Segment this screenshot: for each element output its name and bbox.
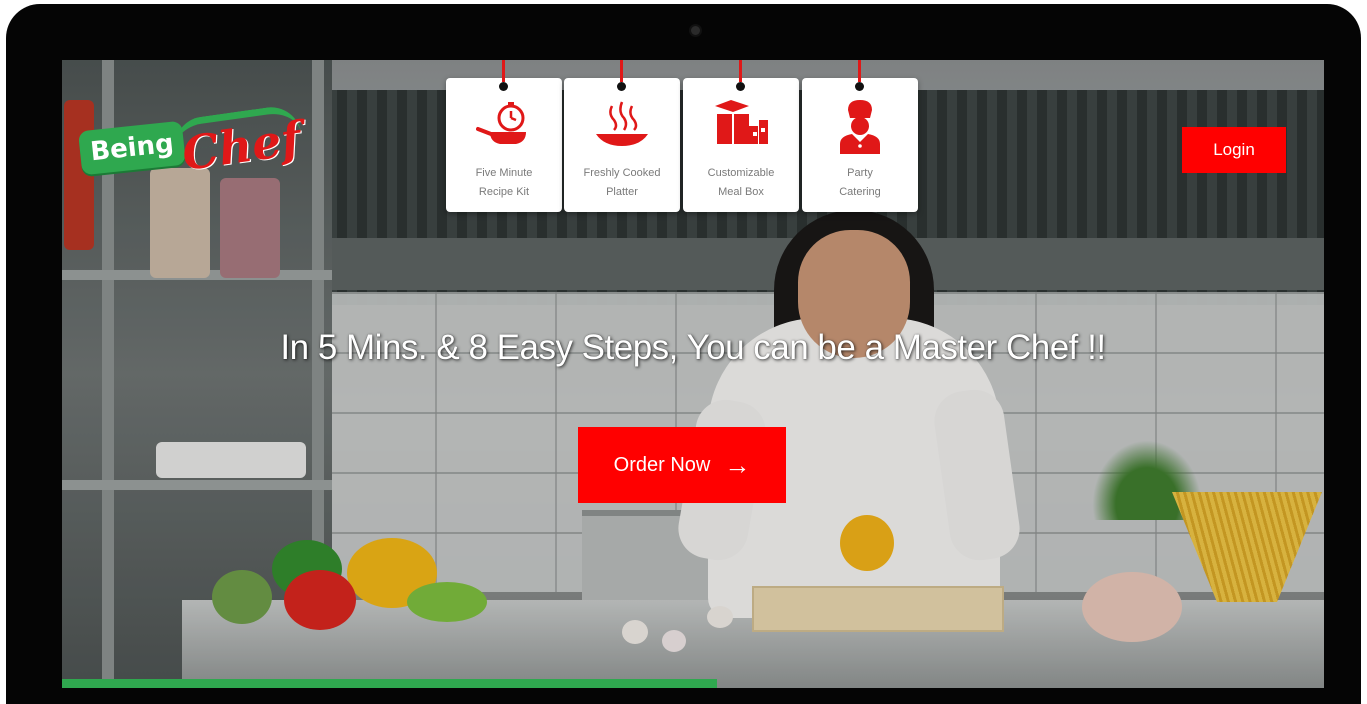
card-string: [858, 60, 861, 82]
meal-box-icon: [715, 100, 768, 144]
being-chef-logo[interactable]: Being Chef: [77, 103, 304, 182]
service-card-recipe-kit[interactable]: Five Minute Recipe Kit: [446, 60, 562, 212]
frying-pan-timer-icon: [476, 102, 526, 144]
order-now-button[interactable]: Order Now →: [578, 427, 786, 503]
service-card: Five Minute Recipe Kit: [446, 78, 562, 212]
service-card-cooked-platter[interactable]: Freshly Cooked Platter: [564, 60, 680, 212]
service-card-label: Customizable Meal Box: [689, 164, 793, 202]
service-card: Freshly Cooked Platter: [564, 78, 680, 212]
service-label-line2: Platter: [606, 186, 638, 198]
chef-icon: [840, 100, 880, 154]
service-card-label: Party Catering: [808, 164, 912, 202]
section-divider-bar: [62, 679, 717, 688]
service-card-party-catering[interactable]: Party Catering: [802, 60, 918, 212]
steaming-platter-icon: [596, 101, 648, 146]
order-now-label: Order Now: [613, 453, 711, 476]
service-card-label: Five Minute Recipe Kit: [452, 164, 556, 202]
service-card: Customizable Meal Box: [683, 78, 799, 212]
card-pin: [499, 82, 508, 91]
service-label-line2: Meal Box: [718, 186, 764, 198]
service-label-line1: Five Minute: [475, 167, 533, 179]
hero-headline: In 5 Mins. & 8 Easy Steps, You can be a …: [280, 328, 1106, 367]
website-screen: Being Chef Five Minute Recipe Kit Freshl…: [62, 60, 1324, 688]
arrow-right-icon: →: [724, 450, 751, 480]
service-card: Party Catering: [802, 78, 918, 212]
service-label-line1: Freshly Cooked: [583, 167, 661, 179]
service-label-line2: Recipe Kit: [478, 186, 530, 198]
service-label-line2: Catering: [839, 186, 881, 198]
service-card-label: Freshly Cooked Platter: [570, 164, 674, 202]
card-pin: [617, 82, 626, 91]
service-label-line1: Party: [847, 167, 873, 179]
card-string: [620, 60, 623, 82]
card-string: [739, 60, 742, 82]
service-label-line1: Customizable: [707, 167, 775, 179]
card-string: [502, 60, 505, 82]
login-button[interactable]: Login: [1182, 127, 1286, 173]
card-pin: [736, 82, 745, 91]
card-pin: [855, 82, 864, 91]
camera-icon: [691, 26, 700, 35]
logo-being-text: Being: [77, 120, 187, 176]
service-card-meal-box[interactable]: Customizable Meal Box: [683, 60, 799, 212]
